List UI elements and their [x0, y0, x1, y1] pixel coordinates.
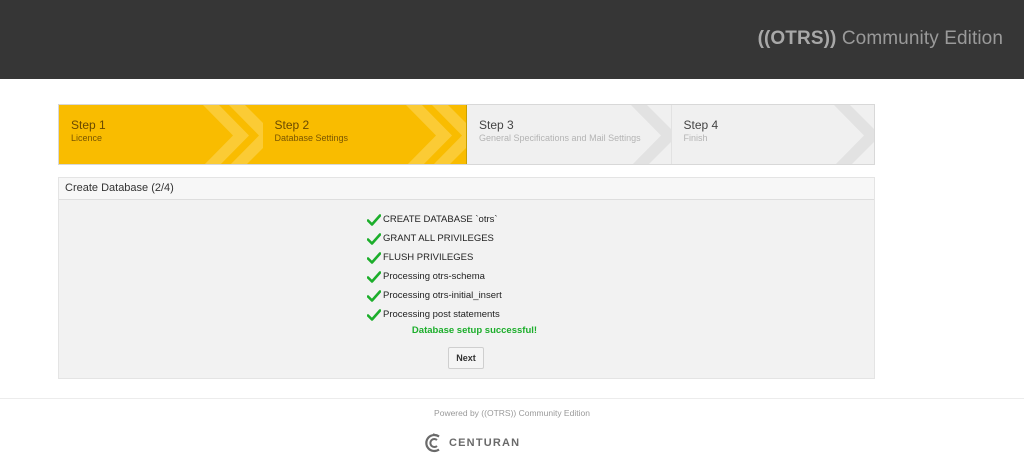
- item-text: Processing otrs-initial_insert: [383, 290, 502, 301]
- step-label: General Specifications and Mail Settings: [479, 133, 641, 143]
- step-label: Finish: [683, 133, 708, 143]
- list-item: Processing post statements: [367, 305, 502, 324]
- check-icon: [367, 251, 381, 264]
- next-button[interactable]: Next: [448, 347, 484, 369]
- check-icon: [367, 213, 381, 226]
- brand-mark: ((OTRS)): [757, 28, 837, 49]
- centuran-logo-icon: [425, 433, 440, 453]
- step-number: Step 4: [683, 118, 719, 132]
- list-item: Processing otrs-initial_insert: [367, 286, 502, 305]
- list-item: GRANT ALL PRIVILEGES: [367, 229, 502, 248]
- step-3: Step 3 General Specifications and Mail S…: [467, 105, 672, 164]
- item-text: FLUSH PRIVILEGES: [383, 252, 474, 263]
- item-text: GRANT ALL PRIVILEGES: [383, 233, 494, 244]
- check-icon: [367, 308, 381, 321]
- footer-divider: [0, 398, 1024, 399]
- item-text: Processing post statements: [383, 309, 500, 320]
- step-number: Step 3: [479, 118, 514, 132]
- top-header: ((OTRS)) Community Edition: [0, 0, 1024, 79]
- powered-by-text: Powered by ((OTRS)) Community Edition: [434, 408, 590, 418]
- check-icon: [367, 289, 381, 302]
- panel-title: Create Database (2/4): [59, 178, 874, 200]
- brand-title: ((OTRS)) Community Edition: [758, 28, 1003, 50]
- check-icon: [367, 270, 381, 283]
- centuran-logo: CENTURAN: [424, 432, 520, 454]
- step-number: Step 2: [274, 118, 310, 132]
- check-icon: [367, 232, 381, 245]
- installer-steps: Step 1 Licence Step 2 Database Settings …: [58, 104, 875, 165]
- step-2: Step 2 Database Settings: [262, 105, 467, 164]
- item-text: CREATE DATABASE `otrs`: [383, 214, 498, 225]
- step-label: Database Settings: [274, 133, 349, 143]
- chevron-right-icon: [630, 105, 671, 164]
- logo-text: CENTURAN: [449, 437, 521, 449]
- step-4: Step 4 Finish: [671, 105, 874, 164]
- setup-results-list: CREATE DATABASE `otrs` GRANT ALL PRIVILE…: [367, 210, 502, 324]
- item-text: Processing otrs-schema: [383, 271, 485, 282]
- list-item: Processing otrs-schema: [367, 267, 502, 286]
- chevron-right-icon: [202, 105, 263, 164]
- chevron-right-icon: [406, 105, 466, 164]
- chevron-right-icon: [834, 105, 874, 164]
- step-1: Step 1 Licence: [59, 105, 263, 164]
- list-item: FLUSH PRIVILEGES: [367, 248, 502, 267]
- brand-text: Community Edition: [841, 28, 1003, 49]
- create-database-panel: Create Database (2/4) CREATE DATABASE `o…: [58, 177, 875, 379]
- step-label: Licence: [71, 133, 103, 143]
- success-text: Database setup successful!: [411, 325, 538, 336]
- success-message: Database setup successful!: [59, 325, 874, 336]
- list-item: CREATE DATABASE `otrs`: [367, 210, 502, 229]
- step-number: Step 1: [71, 118, 106, 132]
